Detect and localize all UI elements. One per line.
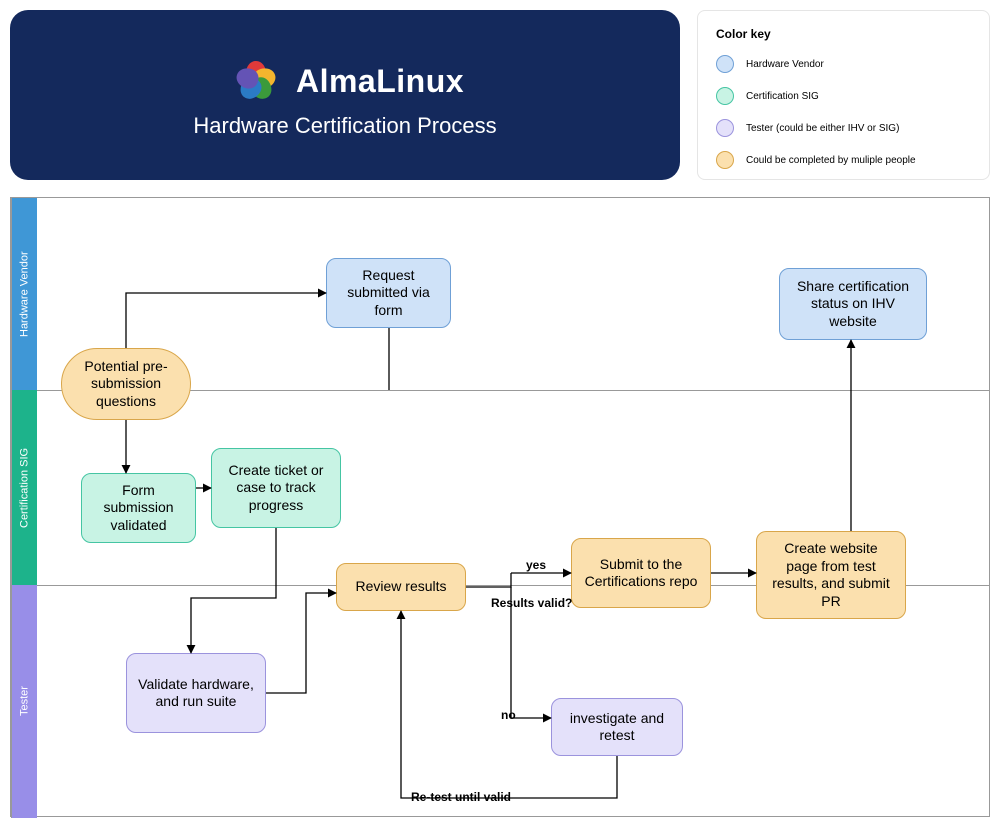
legend-swatch-green — [716, 87, 734, 105]
node-validate-hardware: Validate hardware, and run suite — [126, 653, 266, 733]
legend-title: Color key — [716, 27, 971, 41]
lane-header-tester: Tester — [11, 585, 37, 818]
lane-header-certification-sig: Certification SIG — [11, 390, 37, 585]
node-share-status: Share certification status on IHV websit… — [779, 268, 927, 340]
header-subtitle: Hardware Certification Process — [193, 113, 496, 139]
legend-label: Certification SIG — [746, 91, 819, 102]
node-form-validated: Form submission validated — [81, 473, 196, 543]
node-request-submitted: Request submitted via form — [326, 258, 451, 328]
header-title: AlmaLinux — [296, 63, 464, 100]
legend-item-hardware-vendor: Hardware Vendor — [716, 55, 971, 73]
legend-label: Could be completed by muliple people — [746, 155, 916, 166]
node-pre-submission-questions: Potential pre-submission questions — [61, 348, 191, 420]
legend-label: Hardware Vendor — [746, 59, 824, 70]
almalinux-logo-icon — [226, 51, 286, 111]
header-banner: AlmaLinux Hardware Certification Process — [10, 10, 680, 180]
node-create-website-page: Create website page from test results, a… — [756, 531, 906, 619]
legend-item-multiple: Could be completed by muliple people — [716, 151, 971, 169]
edge-label-results-valid: Results valid? — [491, 596, 572, 610]
edge-label-no: no — [501, 708, 516, 722]
legend-swatch-blue — [716, 55, 734, 73]
node-submit-repo: Submit to the Certifications repo — [571, 538, 711, 608]
edge-label-retest: Re-test until valid — [411, 790, 511, 804]
edge-label-yes: yes — [526, 558, 546, 572]
legend-item-tester: Tester (could be either IHV or SIG) — [716, 119, 971, 137]
legend-item-certification-sig: Certification SIG — [716, 87, 971, 105]
node-investigate-retest: investigate and retest — [551, 698, 683, 756]
node-review-results: Review results — [336, 563, 466, 611]
legend-box: Color key Hardware Vendor Certification … — [697, 10, 990, 180]
legend-label: Tester (could be either IHV or SIG) — [746, 123, 899, 134]
node-create-ticket: Create ticket or case to track progress — [211, 448, 341, 528]
swimlane-diagram: Hardware Vendor Certification SIG Tester… — [10, 197, 990, 817]
legend-swatch-orange — [716, 151, 734, 169]
legend-swatch-purple — [716, 119, 734, 137]
header-logo-row: AlmaLinux — [226, 51, 464, 111]
lane-header-hardware-vendor: Hardware Vendor — [11, 198, 37, 390]
